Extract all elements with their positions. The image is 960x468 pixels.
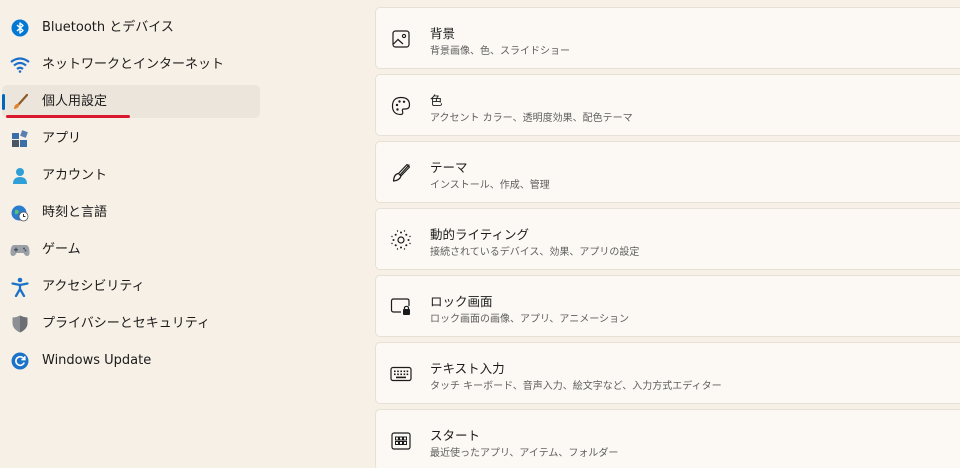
image-icon	[390, 28, 412, 50]
sidebar-item-personalization[interactable]: 個人用設定	[2, 85, 260, 118]
accessibility-icon	[10, 277, 30, 297]
sidebar-item-label: アクセシビリティ	[42, 279, 145, 294]
card-title: 背景	[430, 26, 456, 41]
shield-icon	[10, 314, 30, 334]
card-dynamic-lighting[interactable]: 動的ライティング 接続されているデバイス、効果、アプリの設定	[375, 208, 960, 270]
bluetooth-icon	[10, 18, 30, 38]
card-title: 動的ライティング	[430, 227, 530, 242]
gamepad-icon	[10, 240, 30, 260]
wifi-icon	[10, 55, 30, 75]
card-colors[interactable]: 色 アクセント カラー、透明度効果、配色テーマ	[375, 74, 960, 136]
apps-icon	[10, 129, 30, 149]
sidebar-item-network[interactable]: ネットワークとインターネット	[2, 48, 260, 81]
brush-icon	[10, 92, 30, 112]
personalization-cards: 背景 背景画像、色、スライドショー 色 アクセント カラー、透明度効果、配色テー…	[375, 0, 960, 468]
sidebar-item-label: プライバシーとセキュリティ	[42, 316, 210, 331]
palette-icon	[390, 95, 412, 117]
card-description: 接続されているデバイス、効果、アプリの設定	[430, 247, 640, 258]
selection-indicator	[2, 94, 5, 110]
card-background[interactable]: 背景 背景画像、色、スライドショー	[375, 7, 960, 69]
sidebar-item-label: 時刻と言語	[42, 205, 108, 220]
card-description: インストール、作成、管理	[430, 180, 550, 191]
sidebar-item-label: ネットワークとインターネット	[42, 57, 225, 72]
lighting-icon	[390, 229, 412, 251]
card-title: テーマ	[430, 160, 468, 175]
card-description: アクセント カラー、透明度効果、配色テーマ	[430, 113, 633, 124]
sidebar-item-privacy[interactable]: プライバシーとセキュリティ	[2, 307, 260, 340]
sidebar-item-bluetooth[interactable]: Bluetooth とデバイス	[2, 11, 260, 44]
card-description: タッチ キーボード、音声入力、絵文字など、入力方式エディター	[430, 381, 722, 392]
card-description: 背景画像、色、スライドショー	[430, 46, 570, 57]
keyboard-icon	[390, 363, 412, 385]
annotation-underline	[6, 115, 130, 118]
brush-icon	[390, 162, 412, 184]
card-title: ロック画面	[430, 294, 493, 309]
card-title: テキスト入力	[430, 361, 505, 376]
sidebar-item-label: アカウント	[42, 168, 108, 183]
sidebar-item-label: アプリ	[42, 131, 82, 146]
card-text-input[interactable]: テキスト入力 タッチ キーボード、音声入力、絵文字など、入力方式エディター	[375, 342, 960, 404]
update-icon	[10, 351, 30, 371]
card-description: ロック画面の画像、アプリ、アニメーション	[430, 314, 629, 325]
sidebar-item-gaming[interactable]: ゲーム	[2, 233, 260, 266]
card-start[interactable]: スタート 最近使ったアプリ、アイテム、フォルダー	[375, 409, 960, 468]
sidebar-item-label: Bluetooth とデバイス	[42, 20, 174, 35]
settings-sidebar: Bluetooth とデバイス ネットワークとインターネット 個人用設定 アプリ…	[0, 0, 270, 468]
card-description: 最近使ったアプリ、アイテム、フォルダー	[430, 448, 619, 459]
start-icon	[390, 430, 412, 452]
sidebar-item-label: 個人用設定	[42, 94, 108, 109]
card-title: スタート	[430, 428, 481, 443]
person-icon	[10, 166, 30, 186]
globe-clock-icon	[10, 203, 30, 223]
card-lock-screen[interactable]: ロック画面 ロック画面の画像、アプリ、アニメーション	[375, 275, 960, 337]
sidebar-item-accounts[interactable]: アカウント	[2, 159, 260, 192]
card-themes[interactable]: テーマ インストール、作成、管理	[375, 141, 960, 203]
lock-screen-icon	[390, 296, 412, 318]
sidebar-item-label: Windows Update	[42, 353, 152, 368]
sidebar-item-accessibility[interactable]: アクセシビリティ	[2, 270, 260, 303]
sidebar-item-time-language[interactable]: 時刻と言語	[2, 196, 260, 229]
sidebar-item-apps[interactable]: アプリ	[2, 122, 260, 155]
card-title: 色	[430, 93, 443, 108]
sidebar-item-windows-update[interactable]: Windows Update	[2, 344, 260, 377]
sidebar-item-label: ゲーム	[42, 242, 81, 257]
